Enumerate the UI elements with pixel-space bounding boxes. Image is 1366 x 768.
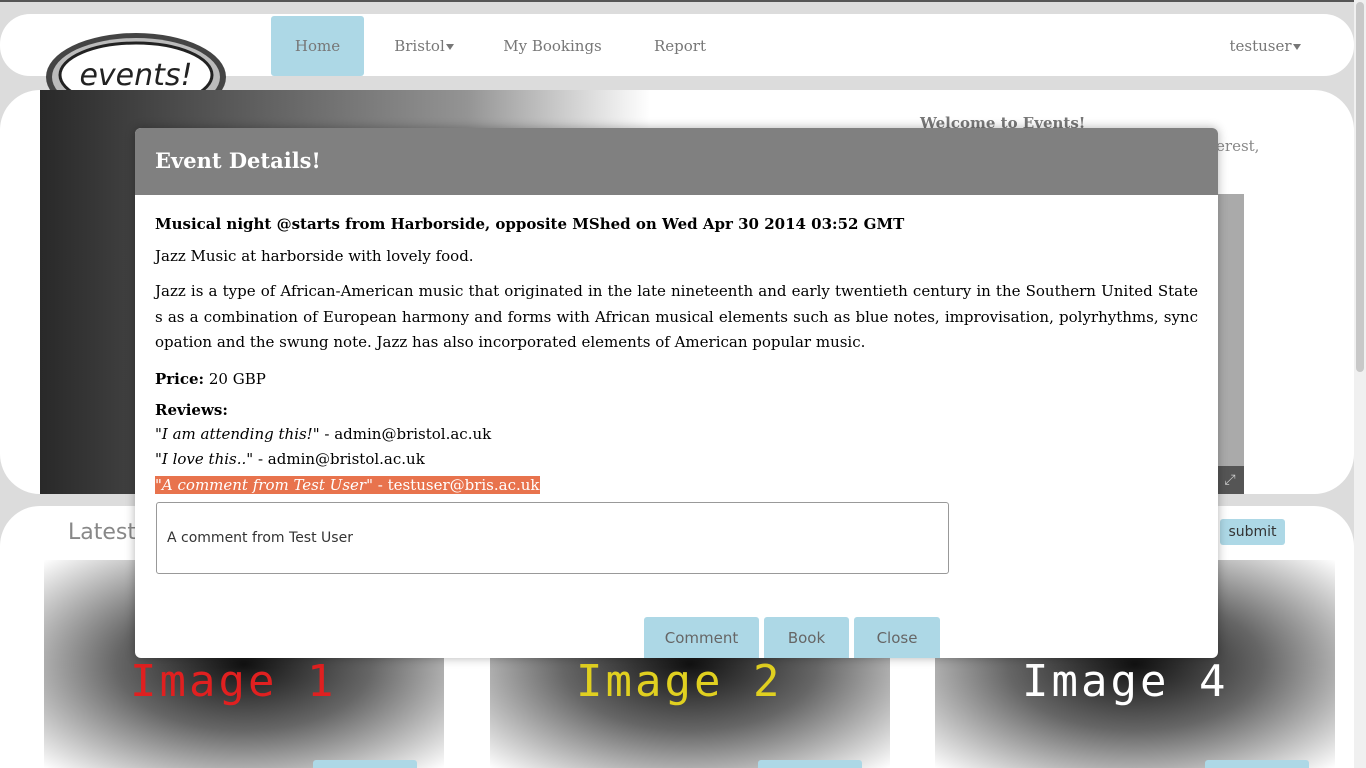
event-description: Jazz is a type of African-American music… [155, 282, 1198, 351]
image-tile-4-label: Image 4 [1022, 656, 1229, 707]
tile-1-button[interactable] [313, 760, 417, 768]
review-text: A comment from Test User [161, 475, 367, 494]
nav-bristol[interactable]: Bristol [384, 16, 464, 76]
review-author: admin@bristol.ac.uk [334, 424, 492, 443]
review-item: "I love this.." - admin@bristol.ac.uk [155, 450, 425, 468]
chevron-down-icon [445, 44, 454, 50]
submit-button[interactable]: submit [1220, 519, 1285, 545]
tile-4-button[interactable] [1205, 760, 1309, 768]
image-tile-1-label: Image 1 [130, 656, 337, 707]
nav-home[interactable]: Home [271, 16, 364, 76]
event-price: Price: 20 GBP [155, 370, 1198, 388]
review-item-highlighted: "A comment from Test User" - testuser@br… [155, 475, 540, 494]
top-border [0, 0, 1366, 2]
modal-body: Musical night @starts from Harborside, o… [135, 195, 1218, 578]
event-details-modal: Event Details! Musical night @starts fro… [135, 128, 1218, 658]
tile-2-button[interactable] [758, 760, 862, 768]
comment-button[interactable]: Comment [644, 617, 759, 658]
modal-header: Event Details! [135, 128, 1218, 195]
image-tile-2-label: Image 2 [576, 656, 783, 707]
event-title: Musical night @starts from Harborside, o… [155, 215, 905, 233]
reviews-heading: Reviews: [155, 400, 228, 419]
event-short-description: Jazz Music at harborside with lovely foo… [155, 247, 474, 265]
review-text: I am attending this! [161, 424, 313, 443]
svg-text:events!: events! [79, 58, 192, 93]
comment-input[interactable]: A comment from Test User [156, 502, 949, 574]
price-label: Price: [155, 369, 205, 388]
chevron-down-icon [1292, 44, 1301, 50]
expand-icon[interactable]: ⤢ [1216, 466, 1244, 494]
hero-slider [1216, 194, 1244, 494]
review-author: admin@bristol.ac.uk [267, 450, 425, 468]
close-button[interactable]: Close [854, 617, 940, 658]
nav-bristol-label: Bristol [394, 37, 445, 55]
review-item: "I am attending this!" - admin@bristol.a… [155, 424, 492, 443]
review-text: I love this.. [161, 450, 247, 468]
latest-heading: Latest [68, 520, 136, 545]
price-value: 20 GBP [208, 369, 266, 388]
user-name: testuser [1229, 37, 1292, 55]
modal-title: Event Details! [155, 148, 321, 173]
nav-report[interactable]: Report [645, 16, 715, 76]
nav-my-bookings[interactable]: My Bookings [495, 16, 610, 76]
scrollbar-thumb[interactable] [1356, 2, 1364, 372]
user-menu[interactable]: testuser [1220, 16, 1310, 76]
book-button[interactable]: Book [764, 617, 849, 658]
review-author: testuser@bris.ac.uk [387, 475, 540, 494]
